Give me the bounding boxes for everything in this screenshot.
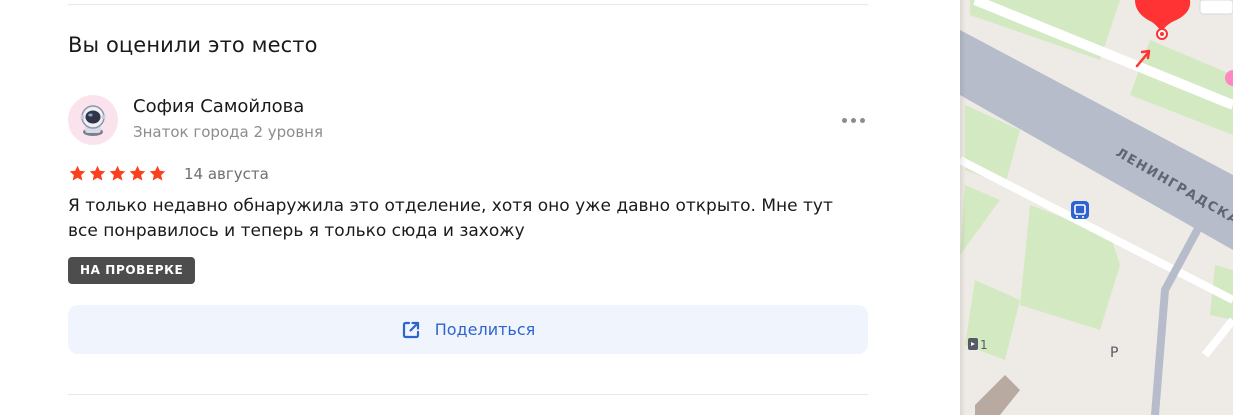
- star-icon: [69, 165, 86, 181]
- share-label: Поделиться: [434, 320, 536, 339]
- status-badge: НА ПРОВЕРКЕ: [68, 257, 196, 284]
- author-level: Знаток города 2 уровня: [133, 123, 324, 141]
- review-text: Я только недавно обнаружила это отделени…: [68, 196, 833, 241]
- rating-stars: [68, 164, 167, 183]
- share-button[interactable]: Поделиться: [68, 305, 868, 354]
- map-entrance-number: 1: [980, 338, 988, 352]
- astronaut-avatar-icon: [80, 105, 106, 136]
- map-building: [1199, 0, 1233, 15]
- entrance-marker-icon: [968, 338, 978, 350]
- star-icon: [129, 165, 146, 181]
- author-avatar[interactable]: [68, 95, 118, 145]
- bottom-divider: [68, 394, 868, 395]
- review-date: 14 августа: [184, 165, 269, 183]
- map-edge-shadow: [960, 0, 966, 415]
- star-icon: [89, 165, 106, 181]
- more-dots-icon: [850, 117, 856, 123]
- map-parking-label: P: [1110, 345, 1118, 361]
- map-view[interactable]: ЛЕНИНГРАДСКА P 1: [960, 0, 1233, 415]
- more-dots-icon: [841, 117, 847, 123]
- star-icon: [149, 165, 166, 181]
- transit-stop-icon: [1071, 201, 1089, 219]
- map-canvas[interactable]: ЛЕНИНГРАДСКА P 1: [960, 0, 1233, 415]
- section-heading: Вы оценили это место: [68, 33, 318, 57]
- review-panel: Вы оценили это место София Самойлова Зна…: [0, 0, 960, 415]
- share-icon: [402, 321, 419, 338]
- more-options-button[interactable]: [836, 108, 870, 132]
- author-name[interactable]: София Самойлова: [133, 96, 304, 117]
- star-icon: [109, 165, 126, 181]
- more-dots-icon: [859, 117, 865, 123]
- top-divider: [68, 4, 868, 5]
- page: Вы оценили это место София Самойлова Зна…: [0, 0, 1233, 415]
